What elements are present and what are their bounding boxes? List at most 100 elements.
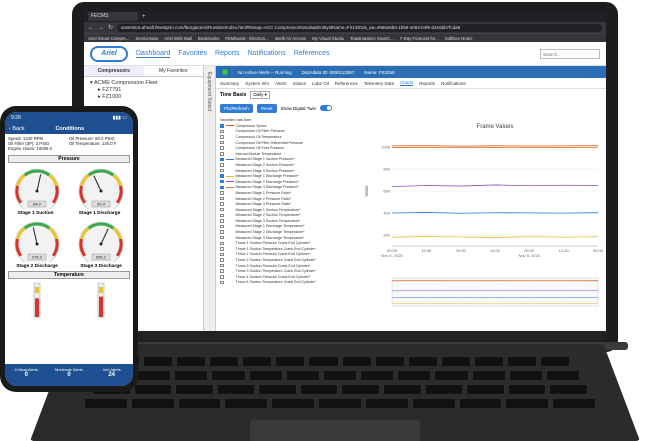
variable-checkbox[interactable]	[220, 129, 224, 134]
variable-checkbox[interactable]	[220, 196, 224, 201]
series-swatch	[225, 181, 234, 183]
tree-node-unit[interactable]: ▸ FZ1000	[90, 94, 197, 101]
ariel-logo[interactable]: Ariel	[90, 45, 128, 62]
variable-checkbox[interactable]	[220, 140, 224, 145]
reset-button[interactable]: Reset	[256, 103, 277, 113]
variable-checkbox[interactable]	[220, 247, 224, 251]
signal-battery-icon: ▮▮▮ ▭	[112, 114, 127, 121]
nav-notifications[interactable]: Notifications	[248, 50, 286, 57]
bookmark-item[interactable]: 7-Day Forecast for...	[400, 36, 439, 41]
subtab-alerts[interactable]: Alerts	[275, 81, 287, 86]
reload-icon[interactable]: ↻	[108, 24, 113, 31]
series-swatch	[226, 164, 234, 165]
browser-tab[interactable]: FECMS	[88, 12, 138, 21]
tab-compressors[interactable]: Compressors	[84, 66, 144, 76]
variable-checkbox[interactable]	[220, 152, 224, 156]
search-input[interactable]: Search...	[540, 48, 600, 59]
running-status-icon	[222, 69, 228, 75]
subtab-summary[interactable]: Summary	[220, 81, 239, 86]
variable-checkbox[interactable]	[220, 252, 224, 257]
thermo-warning-band	[99, 286, 103, 293]
variable-checkbox[interactable]	[220, 224, 224, 229]
subtab-lube-oil[interactable]: Lube Oil	[312, 81, 329, 86]
keyboard-key	[176, 356, 207, 367]
bookmark-item[interactable]: Toastmasters SmarC...	[350, 36, 394, 41]
address-bar-row: ← → ↻ assetintra.ahsoft.fleetsprm.com/ft…	[84, 22, 606, 33]
variable-checkbox[interactable]	[220, 146, 224, 150]
variable-checkbox[interactable]	[220, 280, 224, 285]
url-field[interactable]: assetintra.ahsoft.fleetsprm.com/ftengace…	[117, 23, 602, 32]
variable-checkbox[interactable]	[220, 263, 224, 268]
bookmark-item[interactable]: FEMboard - Electrun...	[225, 36, 268, 41]
bookmark-item[interactable]: My Visual Studio	[312, 36, 344, 41]
time-basis-select[interactable]: Daily ▾	[250, 91, 270, 99]
variable-checkbox[interactable]	[220, 275, 224, 279]
alert-summary-bar: Critical Alerts 0 Moderate Alerts 0 Info Ale…	[5, 364, 133, 386]
bookmark-item[interactable]: Ariel Web Mail	[164, 36, 192, 41]
gauge-3: 276.3	[14, 221, 60, 262]
y-tick-label: 400	[383, 211, 390, 216]
nav-favorites[interactable]: Favorites	[178, 50, 207, 57]
plot-refresh-button[interactable]: Plot/Refresh	[220, 103, 253, 113]
browser-tab-bar: FECMS +	[84, 11, 606, 22]
subtab-reports[interactable]: Reports	[419, 81, 435, 86]
range-navigator[interactable]	[391, 277, 599, 307]
back-button[interactable]: ‹ Back	[9, 126, 25, 132]
subtab-system-info[interactable]: System Info	[245, 81, 269, 86]
chart-title: Frame Values	[477, 124, 514, 130]
variable-checkbox[interactable]	[220, 179, 224, 184]
series-swatch	[226, 170, 234, 171]
variable-checkbox[interactable]	[220, 258, 224, 262]
variable-label: Measured Stage 1 Discharge Temperature*	[235, 224, 305, 229]
variable-checkbox[interactable]	[220, 235, 224, 240]
thermo-row	[5, 280, 133, 322]
variable-checkbox[interactable]	[220, 124, 224, 128]
bookmark-item[interactable]: Ariel Smart Compre...	[88, 36, 129, 41]
nav-reports[interactable]: Reports	[215, 50, 240, 57]
new-tab-icon[interactable]: +	[142, 14, 146, 20]
forward-arrow-icon[interactable]: →	[98, 25, 104, 31]
subtab-references[interactable]: References	[335, 81, 358, 86]
equipment-select-bar[interactable]: Equipment Select	[204, 66, 216, 341]
variable-checkbox[interactable]	[220, 157, 224, 162]
variable-checkbox[interactable]	[220, 269, 224, 273]
subtab-values[interactable]: Values	[293, 81, 306, 86]
variable-checkbox[interactable]	[220, 135, 224, 139]
phone-info-grid: Speed: 1340 RPM Oil Pressure: 69.2 PSIG Oi…	[5, 134, 133, 154]
phone-title: Conditions	[55, 125, 85, 132]
nav-references[interactable]: References	[294, 50, 330, 57]
variable-checkbox[interactable]	[220, 207, 224, 212]
variable-label: Throw 2 Suction Temperature Crank End Cy…	[235, 258, 317, 263]
variable-row[interactable]: Throw 4 Suction Temperature Crank End Cy…	[220, 280, 358, 286]
subtab-telemetry-data[interactable]: Telemetry Data	[364, 81, 394, 86]
back-arrow-icon[interactable]: ←	[88, 25, 94, 31]
variable-checkbox[interactable]	[220, 191, 224, 195]
subtab-notifications[interactable]: Notifications	[441, 81, 466, 86]
tab-my-favorites[interactable]: My Favorites	[144, 66, 204, 76]
variable-checkbox[interactable]	[220, 241, 224, 246]
bookmark-item[interactable]: SoftDev Notes	[445, 36, 473, 41]
bookmark-item[interactable]: ServiceNow	[135, 36, 158, 41]
subtab-charts[interactable]: Charts	[400, 80, 414, 86]
gauge-readout: 84.0	[33, 201, 42, 206]
gauge-hub	[99, 242, 103, 246]
x-tick-label: Nov 4, 2020	[381, 253, 403, 258]
app-header: Ariel Dashboard Favorites Reports Notifi…	[84, 42, 606, 66]
tree-node-fleet[interactable]: ▾ ACME Compression Fleet	[90, 80, 197, 87]
bookmark-item[interactable]: Intelli-Air Access	[275, 36, 307, 41]
variable-checkbox[interactable]	[220, 163, 224, 167]
variable-checkbox[interactable]	[220, 174, 224, 178]
variable-checkbox[interactable]	[220, 168, 224, 173]
digital-twin-toggle[interactable]	[319, 105, 332, 111]
variable-checkbox[interactable]	[220, 230, 224, 234]
y-axis-label: Value	[364, 185, 369, 197]
variable-checkbox[interactable]	[220, 219, 224, 223]
variable-label: Compressor Oil Filter Differential Press…	[235, 140, 303, 145]
variable-checkbox[interactable]	[220, 213, 224, 218]
variable-checkbox[interactable]	[220, 202, 224, 206]
nav-dashboard[interactable]: Dashboard	[136, 50, 171, 58]
tree-node-unit[interactable]: ▸ FZ7791	[90, 87, 197, 94]
bookmark-item[interactable]: Bookmarks	[198, 36, 220, 41]
x-tick-label: 12:00	[559, 248, 570, 253]
variable-checkbox[interactable]	[220, 185, 224, 190]
